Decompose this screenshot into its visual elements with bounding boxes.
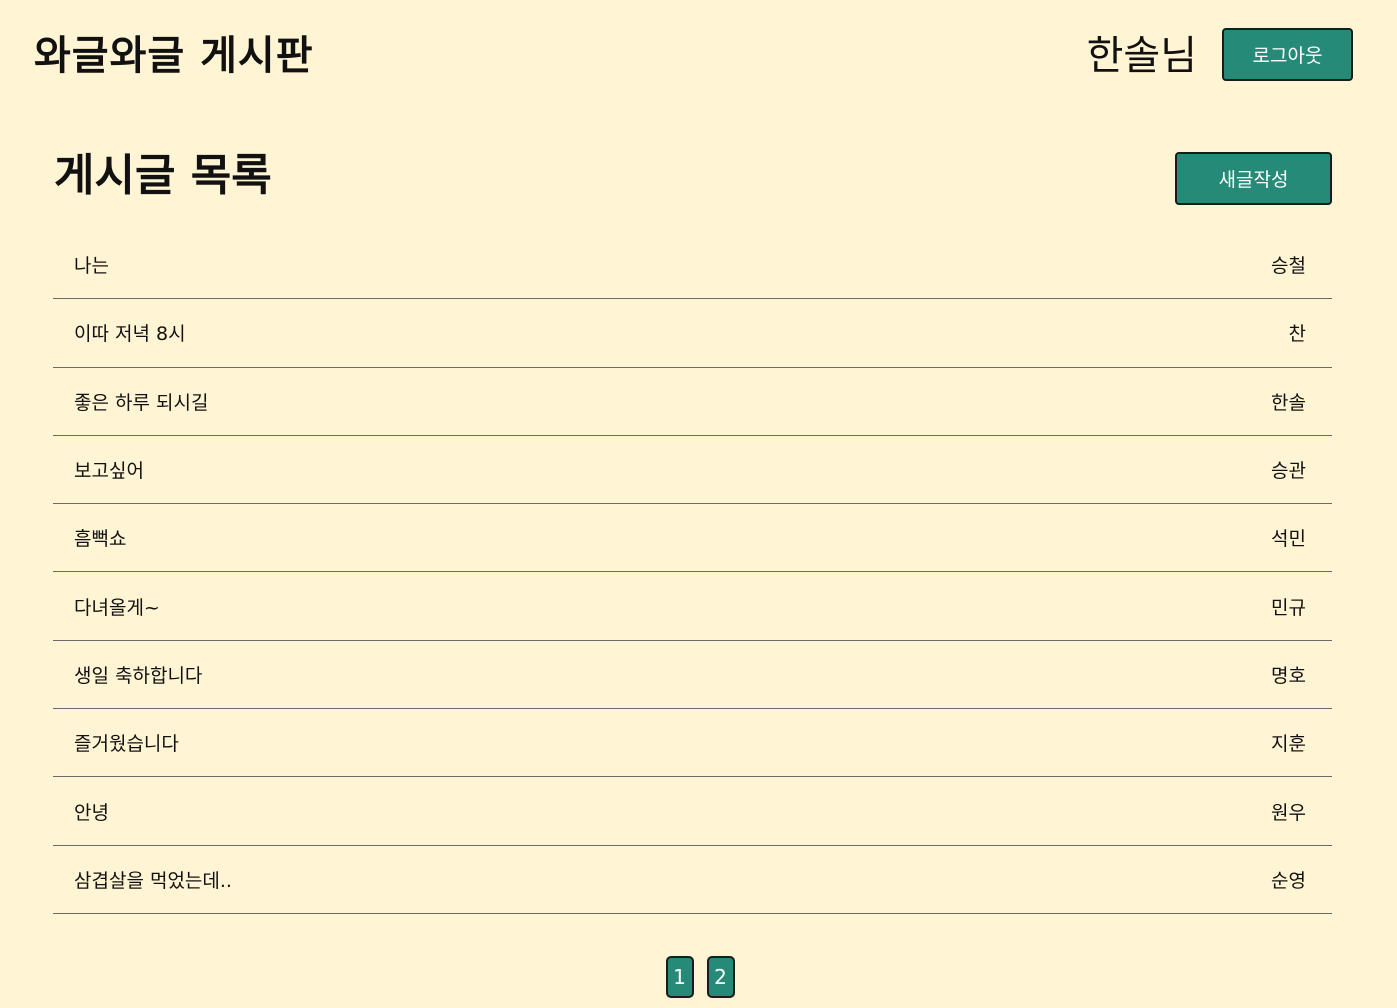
post-title[interactable]: 좋은 하루 되시길 (74, 388, 208, 415)
page-button-1[interactable]: 1 (665, 956, 694, 998)
post-author: 원우 (1271, 801, 1306, 824)
post-row[interactable]: 나는 승철 (53, 231, 1332, 300)
post-title[interactable]: 이따 저녁 8시 (74, 319, 186, 346)
page-button-2[interactable]: 2 (706, 956, 735, 998)
post-author: 석민 (1271, 528, 1306, 551)
post-row[interactable]: 좋은 하루 되시길 한솔 (53, 368, 1332, 436)
logout-button[interactable]: 로그아웃 (1222, 28, 1353, 81)
post-author: 승철 (1271, 255, 1306, 278)
post-row[interactable]: 보고싶어 승관 (53, 436, 1332, 505)
page-title: 게시글 목록 (54, 150, 272, 201)
post-author: 승관 (1271, 460, 1306, 483)
new-post-button[interactable]: 새글작성 (1175, 152, 1332, 205)
post-author: 순영 (1271, 869, 1306, 892)
post-row[interactable]: 다녀올게~ 민규 (53, 572, 1332, 641)
post-title[interactable]: 생일 축하합니다 (74, 661, 202, 688)
post-title[interactable]: 다녀올게~ (74, 593, 160, 620)
header: 와글와글 게시판 한솔님 로그아웃 (0, 0, 1397, 110)
post-row[interactable]: 이따 저녁 8시 찬 (53, 299, 1332, 368)
post-list: 나는 승철 이따 저녁 8시 찬 좋은 하루 되시길 한솔 보고싶어 승관 흠뻑… (53, 231, 1332, 914)
post-author: 명호 (1271, 664, 1306, 687)
pagination: 1 2 (0, 956, 1397, 998)
post-row[interactable]: 삼겹살을 먹었는데.. 순영 (53, 846, 1332, 914)
post-author: 한솔 (1271, 391, 1306, 414)
post-title[interactable]: 흠뻑쇼 (74, 524, 126, 551)
post-author: 지훈 (1271, 733, 1306, 756)
post-row[interactable]: 생일 축하합니다 명호 (53, 641, 1332, 710)
post-author: 민규 (1271, 596, 1306, 619)
post-title[interactable]: 삼겹살을 먹었는데.. (74, 866, 232, 893)
post-title[interactable]: 나는 (74, 251, 109, 278)
post-row[interactable]: 흠뻑쇼 석민 (53, 504, 1332, 573)
site-title[interactable]: 와글와글 게시판 (34, 30, 314, 82)
user-name: 한솔님 (1086, 33, 1197, 79)
post-row[interactable]: 안녕 원우 (53, 777, 1332, 846)
post-title[interactable]: 보고싶어 (74, 456, 144, 483)
post-title[interactable]: 즐거웠습니다 (74, 729, 179, 756)
post-row[interactable]: 즐거웠습니다 지훈 (53, 709, 1332, 778)
post-author: 찬 (1288, 323, 1306, 346)
post-title[interactable]: 안녕 (74, 798, 109, 825)
